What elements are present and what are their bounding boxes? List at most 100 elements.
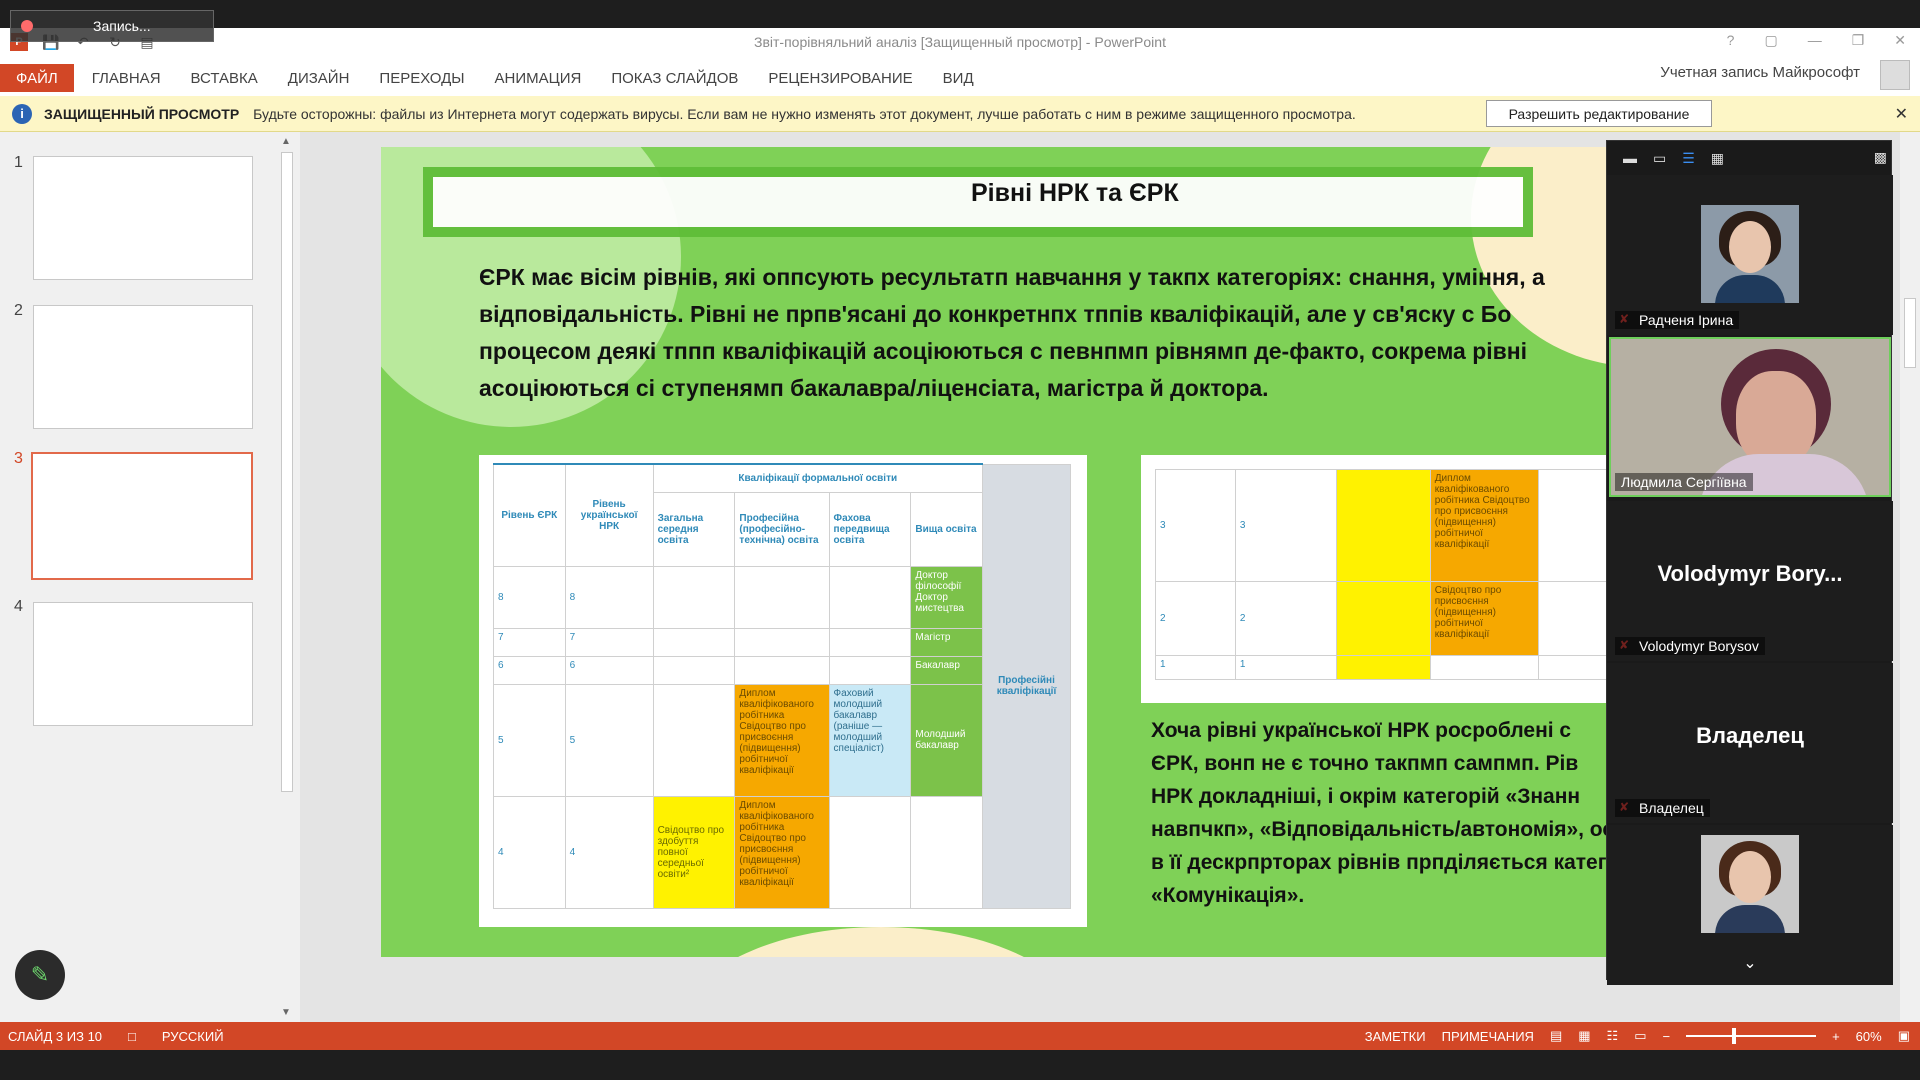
thumb-number: 1 xyxy=(14,154,23,171)
slide-thumbnail-1[interactable] xyxy=(33,156,253,280)
participant-name: Радченя Ірина xyxy=(1615,311,1740,329)
participant-photo xyxy=(1701,205,1799,303)
cell xyxy=(828,627,912,657)
normal-view-icon[interactable]: ▤ xyxy=(1550,1028,1562,1044)
cell: Магістр xyxy=(910,627,983,657)
tab-transitions[interactable]: ПЕРЕХОДЫ xyxy=(379,70,464,87)
zoom-in-icon[interactable]: + xyxy=(1832,1029,1840,1044)
slide-thumbnail-3[interactable] xyxy=(31,452,253,580)
cell: 3 xyxy=(1234,469,1337,582)
title-bar xyxy=(0,0,1920,28)
text-line: в її дескрпрторах рівнів прпділяється ка… xyxy=(1151,851,1620,874)
gallery-view-icon[interactable]: ▦ xyxy=(1711,150,1724,167)
thumb-number: 4 xyxy=(14,598,23,615)
slideshow-icon[interactable]: ▭ xyxy=(1634,1028,1646,1044)
ribbon-tabs: ФАЙЛ ГЛАВНАЯ ВСТАВКА ДИЗАЙН ПЕРЕХОДЫ АНИ… xyxy=(0,60,1920,96)
cell xyxy=(828,795,912,909)
scroll-down-icon[interactable]: ▼ xyxy=(281,1007,291,1018)
slide-thumbnail-4[interactable] xyxy=(33,602,253,726)
cell: Диплом кваліфікованого робітника Свідоцт… xyxy=(734,683,830,797)
scroll-thumb[interactable] xyxy=(281,152,293,792)
participant-display-name: Volodymyr Bory... xyxy=(1657,561,1843,586)
taskbar xyxy=(0,1050,1920,1080)
cell xyxy=(734,627,830,657)
hide-video-icon[interactable]: ▭ xyxy=(1653,150,1666,167)
slide-counter: СЛАЙД 3 ИЗ 10 xyxy=(8,1028,103,1044)
spellcheck-icon[interactable]: □ xyxy=(128,1029,136,1044)
cell: Свідоцтво про здобуття повної середньої … xyxy=(652,795,736,909)
cell: 1 xyxy=(1155,655,1236,680)
close-icon[interactable]: ✕ xyxy=(1894,32,1906,49)
zoom-out-icon[interactable]: − xyxy=(1662,1029,1670,1044)
participant-tile[interactable]: Volodymyr Bory... ✘ Volodymyr Borysov xyxy=(1607,501,1893,661)
cell: 8 xyxy=(493,565,566,629)
status-bar: СЛАЙД 3 ИЗ 10 □ РУССКИЙ ЗАМЕТКИ ПРИМЕЧАН… xyxy=(0,1022,1920,1050)
thumbnail-scrollbar[interactable]: ▲ ▼ xyxy=(278,132,296,1022)
recording-label: Запись... xyxy=(93,18,151,34)
cell xyxy=(828,565,912,629)
zoom-slider[interactable] xyxy=(1686,1028,1817,1044)
cell: 1 xyxy=(1234,655,1337,680)
minimize-icon[interactable]: — xyxy=(1808,32,1822,49)
cell: Бакалавр xyxy=(910,655,983,685)
nrk-erk-table: Рівень ЄРК Рівень української НРК Кваліф… xyxy=(479,455,1087,927)
help-icon[interactable]: ? xyxy=(1727,32,1735,49)
cell xyxy=(828,655,912,685)
window-controls: ? ▢ — ❐ ✕ xyxy=(1727,32,1906,49)
cell xyxy=(652,683,736,797)
slide-paragraph-1: ЄРК має вісім рівнів, які оппсують ресул… xyxy=(479,259,1679,407)
cell xyxy=(1429,655,1539,680)
tab-animation[interactable]: АНИМАЦИЯ xyxy=(495,70,582,87)
decor-circle xyxy=(681,927,1081,957)
chevron-down-icon[interactable]: ⌄ xyxy=(1607,953,1893,973)
text-line: асоціюються сі ступенямп бакалавра/ліцен… xyxy=(479,375,1269,401)
tab-file[interactable]: ФАЙЛ xyxy=(0,64,74,92)
recording-indicator[interactable]: Запись... xyxy=(10,10,214,42)
notes-button[interactable]: ЗАМЕТКИ xyxy=(1365,1029,1426,1044)
pencil-icon[interactable]: ✎ xyxy=(15,950,65,1000)
tab-insert[interactable]: ВСТАВКА xyxy=(191,70,258,87)
language-indicator[interactable]: РУССКИЙ xyxy=(162,1029,224,1044)
tab-slideshow[interactable]: ПОКАЗ СЛАЙДОВ xyxy=(611,70,738,87)
restore-icon[interactable]: ❐ xyxy=(1852,32,1865,49)
slide-thumbnail-2[interactable] xyxy=(33,305,253,429)
tab-design[interactable]: ДИЗАЙН xyxy=(288,70,350,87)
exit-fullscreen-icon[interactable]: ▩ xyxy=(1874,149,1887,166)
participant-tile[interactable]: Владелец ✘ Владелец xyxy=(1607,663,1893,823)
participant-tile[interactable]: ✘ Радченя Ірина xyxy=(1607,175,1893,335)
cell: 5 xyxy=(564,683,654,797)
scroll-thumb[interactable] xyxy=(1904,298,1916,368)
info-icon: i xyxy=(12,103,32,124)
slide-scrollbar[interactable] xyxy=(1900,132,1920,1022)
text-line: процесом деякі тппп кваліфікацій асоціюю… xyxy=(479,338,1528,364)
participant-name: Владелец xyxy=(1615,799,1710,817)
tab-review[interactable]: РЕЦЕНЗИРОВАНИЕ xyxy=(768,70,912,87)
fit-slide-icon[interactable]: ▣ xyxy=(1898,1028,1910,1044)
close-bar-icon[interactable]: ✕ xyxy=(1895,104,1908,124)
minimize-video-icon[interactable]: ▬ xyxy=(1623,150,1637,166)
header-higher: Вища освіта xyxy=(910,491,983,567)
active-speaker-tile[interactable]: Людмила Сергіївна xyxy=(1609,337,1891,497)
reading-view-icon[interactable]: ☷ xyxy=(1607,1028,1619,1044)
account-menu[interactable]: Учетная запись Майкрософт xyxy=(1660,64,1860,81)
avatar[interactable] xyxy=(1880,60,1910,90)
comments-button[interactable]: ПРИМЕЧАНИЯ xyxy=(1442,1029,1534,1044)
tab-view[interactable]: ВИД xyxy=(943,70,974,87)
cell xyxy=(734,655,830,685)
zoom-level[interactable]: 60% xyxy=(1856,1029,1882,1044)
slide-sorter-icon[interactable]: ▦ xyxy=(1578,1028,1590,1044)
ribbon-display-icon[interactable]: ▢ xyxy=(1764,32,1777,49)
cell: 6 xyxy=(493,655,566,685)
enable-editing-button[interactable]: Разрешить редактирование xyxy=(1486,100,1712,127)
cell: Доктор філософії Доктор мистецтва xyxy=(910,565,983,629)
tab-home[interactable]: ГЛАВНАЯ xyxy=(92,70,161,87)
cell: Диплом кваліфікованого робітника Свідоцт… xyxy=(1429,469,1539,582)
scroll-up-icon[interactable]: ▲ xyxy=(281,136,291,147)
header-nrk: Рівень української НРК xyxy=(564,463,654,567)
participant-name: Volodymyr Borysov xyxy=(1615,637,1765,655)
cell xyxy=(910,795,983,909)
speaker-view-icon[interactable]: ☰ xyxy=(1682,150,1695,167)
cell xyxy=(652,565,736,629)
protected-view-title: ЗАЩИЩЕННЫЙ ПРОСМОТР xyxy=(44,105,240,122)
cell: Фаховий молодший бакалавр (раніше — моло… xyxy=(828,683,912,797)
